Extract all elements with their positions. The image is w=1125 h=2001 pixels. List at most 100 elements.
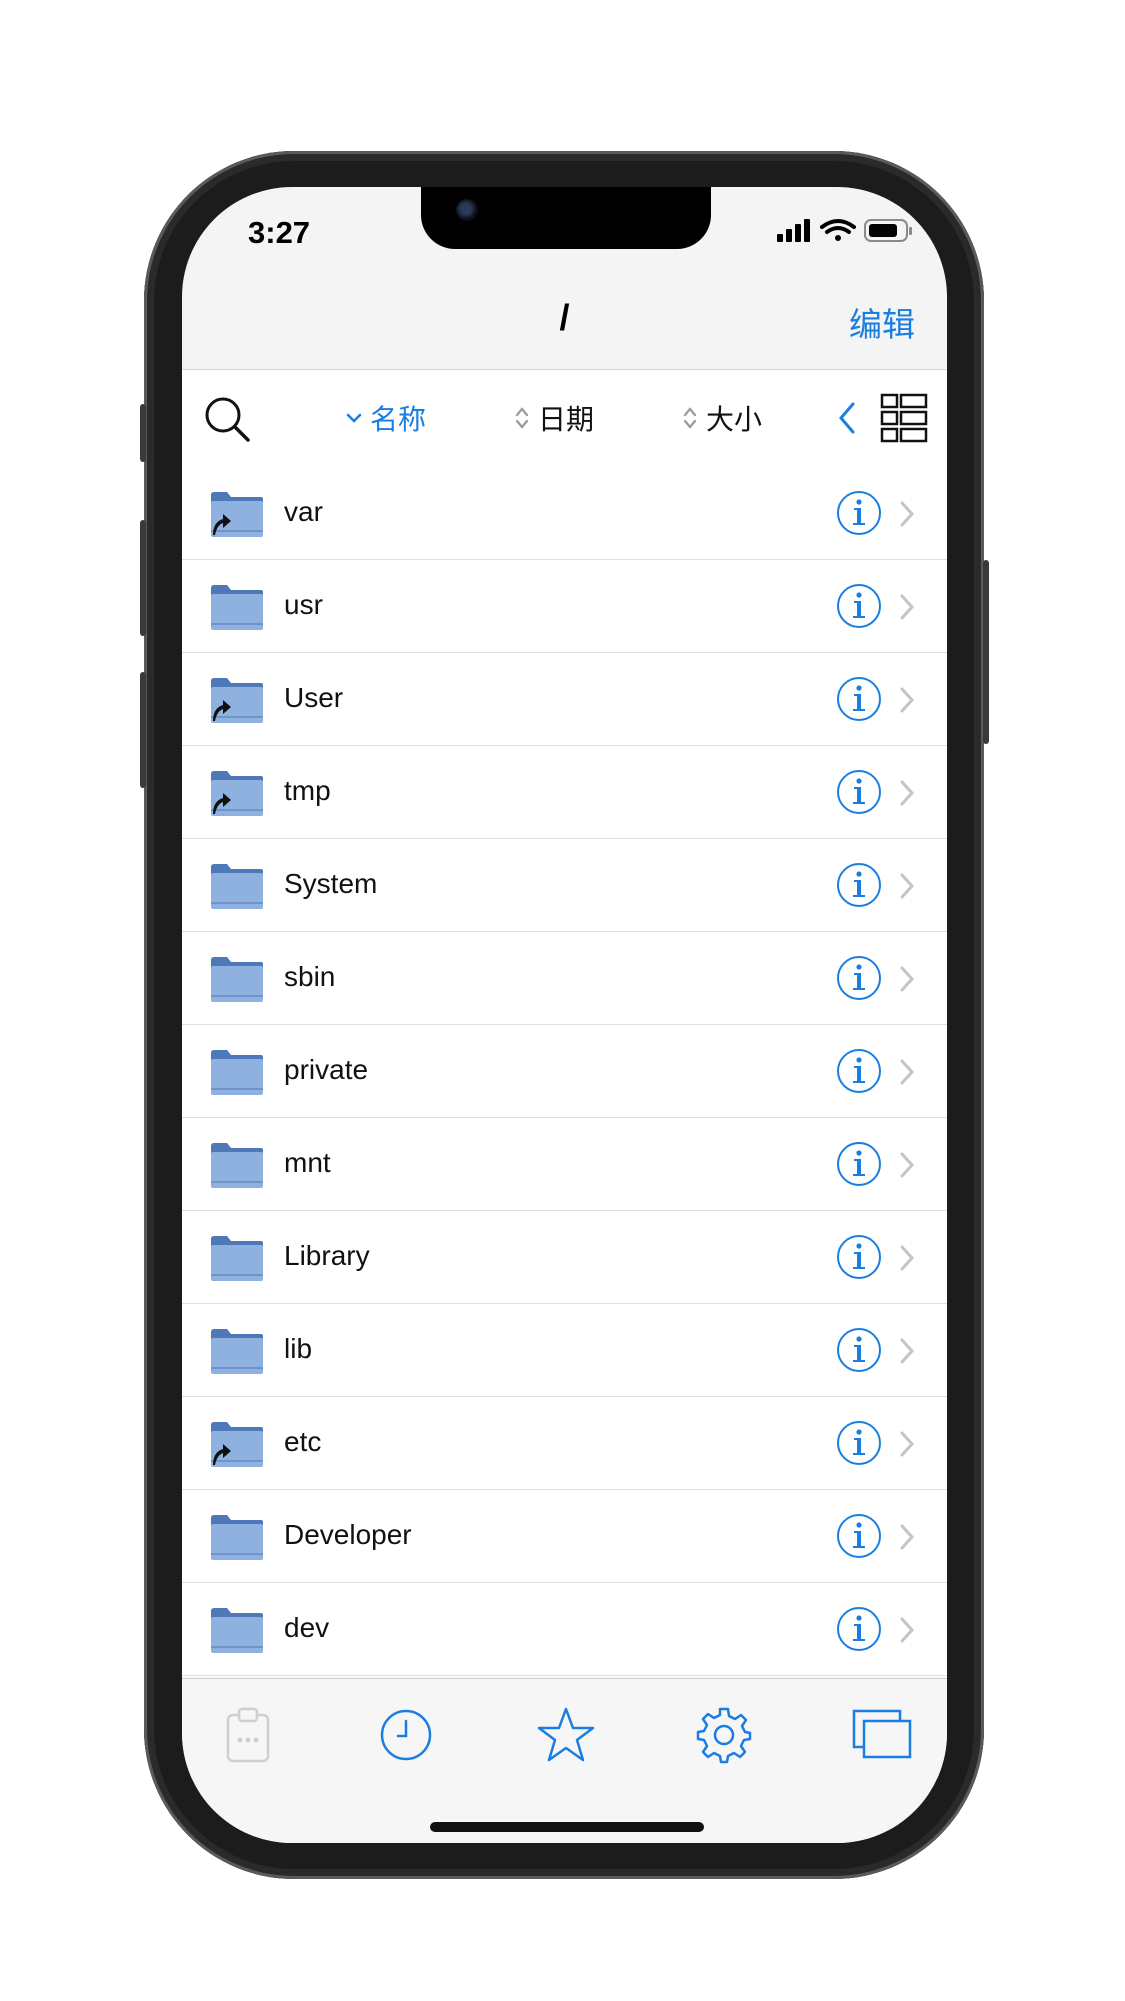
folder-alias-icon <box>209 489 265 539</box>
sort-by-date-button[interactable]: 日期 <box>514 398 594 438</box>
file-name: Library <box>284 1240 370 1271</box>
search-button[interactable] <box>202 394 252 444</box>
info-button[interactable] <box>836 1606 882 1652</box>
home-indicator <box>430 1822 704 1832</box>
collapse-toolbar-button[interactable] <box>836 400 858 436</box>
tab-clipboard[interactable] <box>218 1705 278 1765</box>
info-icon <box>837 1142 881 1186</box>
cellular-signal-icon <box>777 219 810 242</box>
info-button[interactable] <box>836 955 882 1001</box>
volume-up-button <box>140 520 146 636</box>
chevron-right-icon <box>898 500 916 528</box>
info-button[interactable] <box>836 676 882 722</box>
info-icon <box>837 1049 881 1093</box>
tab-recents[interactable] <box>376 1705 436 1765</box>
chevron-right-icon <box>898 686 916 714</box>
file-name: Developer <box>284 1519 412 1550</box>
volume-down-button <box>140 672 146 788</box>
info-button[interactable] <box>836 1327 882 1373</box>
clock-icon <box>380 1709 432 1761</box>
folder-icon <box>209 1047 265 1097</box>
info-button[interactable] <box>836 1048 882 1094</box>
chevron-right-icon <box>898 1151 916 1179</box>
info-button[interactable] <box>836 490 882 536</box>
info-icon <box>837 584 881 628</box>
file-row[interactable]: dev <box>182 1583 947 1676</box>
chevron-right-icon <box>898 1244 916 1272</box>
info-icon <box>837 956 881 1000</box>
info-button[interactable] <box>836 862 882 908</box>
sort-date-label: 日期 <box>538 404 595 435</box>
folder-alias-icon <box>209 675 265 725</box>
file-row[interactable]: sbin <box>182 932 947 1025</box>
info-icon <box>837 1514 881 1558</box>
file-row[interactable]: User <box>182 653 947 746</box>
folder-icon <box>209 1605 265 1655</box>
info-icon <box>837 863 881 907</box>
folder-icon <box>209 582 265 632</box>
chevron-right-icon <box>898 1430 916 1458</box>
file-name: private <box>284 1054 369 1085</box>
folder-icon <box>209 1140 265 1190</box>
chevron-right-icon <box>898 872 916 900</box>
gear-icon <box>696 1707 752 1764</box>
wifi-icon <box>820 219 856 241</box>
file-row[interactable]: mnt <box>182 1118 947 1211</box>
file-row[interactable]: private <box>182 1025 947 1118</box>
info-button[interactable] <box>836 1420 882 1466</box>
file-row[interactable]: etc <box>182 1397 947 1490</box>
tab-bar <box>182 1678 947 1843</box>
file-name: etc <box>284 1426 322 1457</box>
folder-alias-icon <box>209 1419 265 1469</box>
chevron-right-icon <box>898 1058 916 1086</box>
chevron-left-icon <box>839 402 855 434</box>
info-icon <box>837 1235 881 1279</box>
file-name: User <box>284 682 344 713</box>
list-view-icon <box>880 393 928 443</box>
file-row[interactable]: Developer <box>182 1490 947 1583</box>
sort-name-label: 名称 <box>370 404 427 435</box>
view-mode-button[interactable] <box>880 393 928 443</box>
nav-title: / <box>559 297 570 338</box>
file-row[interactable]: var <box>182 467 947 560</box>
edit-button[interactable]: 编辑 <box>849 298 915 346</box>
file-row[interactable]: Library <box>182 1211 947 1304</box>
file-row[interactable]: tmp <box>182 746 947 839</box>
folder-icon <box>209 861 265 911</box>
info-button[interactable] <box>836 1234 882 1280</box>
info-icon <box>837 1607 881 1651</box>
notch <box>421 187 711 249</box>
file-name: sbin <box>284 961 336 992</box>
file-name: System <box>284 868 378 899</box>
tab-favorites[interactable] <box>536 1705 596 1765</box>
sort-updown-icon <box>515 407 529 429</box>
tab-settings[interactable] <box>694 1705 754 1765</box>
file-name: var <box>284 496 323 527</box>
file-row[interactable]: usr <box>182 560 947 653</box>
info-icon <box>837 1328 881 1372</box>
file-name: mnt <box>284 1147 331 1178</box>
windows-icon <box>852 1709 912 1759</box>
chevron-right-icon <box>898 593 916 621</box>
file-name: lib <box>284 1333 313 1364</box>
folder-icon <box>209 1512 265 1562</box>
chevron-right-icon <box>898 1337 916 1365</box>
chevron-down-icon <box>346 413 362 423</box>
file-row[interactable]: lib <box>182 1304 947 1397</box>
front-camera <box>456 199 478 221</box>
folder-alias-icon <box>209 768 265 818</box>
folder-icon <box>209 1233 265 1283</box>
sort-by-size-button[interactable]: 大小 <box>682 398 762 438</box>
sort-by-name-button[interactable]: 名称 <box>346 398 426 438</box>
info-button[interactable] <box>836 769 882 815</box>
info-button[interactable] <box>836 583 882 629</box>
tab-windows[interactable] <box>852 1705 912 1765</box>
info-button[interactable] <box>836 1141 882 1187</box>
status-icons <box>777 217 917 245</box>
file-row[interactable]: System <box>182 839 947 932</box>
folder-icon <box>209 1326 265 1376</box>
file-name: tmp <box>284 775 331 806</box>
mute-switch <box>140 404 146 462</box>
info-button[interactable] <box>836 1513 882 1559</box>
clipboard-icon <box>226 1707 270 1763</box>
